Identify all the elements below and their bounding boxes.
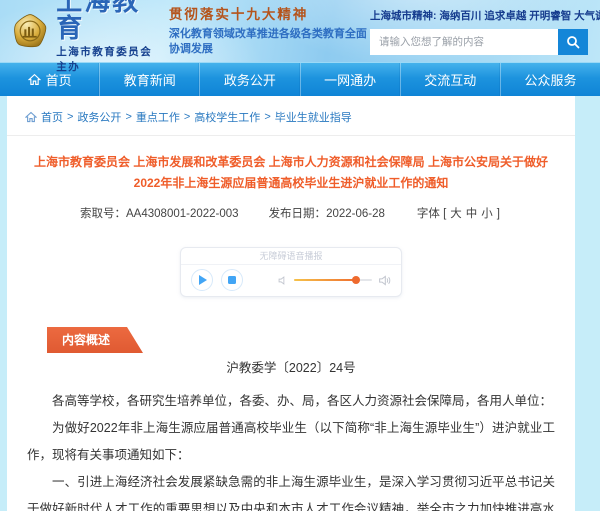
nav-item-home[interactable]: 首页 xyxy=(0,63,100,96)
breadcrumb-separator: > xyxy=(125,111,131,123)
nav-item-label: 政务公开 xyxy=(224,70,276,89)
main-nav: 首页 教育新闻 政务公开 一网通办 交流互动 公众服务 xyxy=(0,62,600,96)
play-icon xyxy=(199,275,207,285)
article-body: 各高等学校，各研究生培养单位，各委、办、局，各区人力资源社会保障局，各用人单位：… xyxy=(27,388,555,511)
content-summary-tab: 内容概述 xyxy=(47,327,143,353)
breadcrumb-item-home[interactable]: 首页 xyxy=(41,109,63,125)
nav-item-gov-affairs[interactable]: 政务公开 xyxy=(200,63,300,96)
nav-item-news[interactable]: 教育新闻 xyxy=(100,63,200,96)
shanghai-education-logo-icon xyxy=(12,9,48,53)
breadcrumb-separator: > xyxy=(184,111,190,123)
breadcrumb-item-current: 毕业生就业指导 xyxy=(275,109,352,125)
breadcrumb-item-gov-affairs[interactable]: 政务公开 xyxy=(77,109,121,125)
stop-icon xyxy=(228,276,236,284)
font-size-medium-button[interactable]: 中 xyxy=(466,208,478,220)
nav-item-label: 交流互动 xyxy=(424,70,476,89)
breadcrumb-item-college-student-work[interactable]: 高校学生工作 xyxy=(194,109,260,125)
publish-date-label: 发布日期： xyxy=(269,208,327,220)
paragraph-salutation: 各高等学校，各研究生培养单位，各委、办、局，各区人力资源社会保障局，各用人单位： xyxy=(27,388,555,415)
nav-item-label: 公众服务 xyxy=(524,70,576,89)
search-icon xyxy=(566,35,580,49)
index-number-label: 索取号： xyxy=(80,208,126,220)
article-meta: 索取号：AA4308001-2022-003 发布日期：2022-06-28 字… xyxy=(7,205,575,221)
volume-knob[interactable] xyxy=(352,276,360,284)
slogan-line-1: 贯彻落实十九大精神 xyxy=(169,6,370,24)
breadcrumb: 首页 > 政务公开 > 重点工作 > 高校学生工作 > 毕业生就业指导 xyxy=(7,96,575,136)
document-number: 沪教委学〔2022〕24号 xyxy=(7,357,575,376)
city-spirit-text: 上海城市精神: 海纳百川 追求卓越 开明睿智 大气谦和 xyxy=(370,8,588,23)
volume-slider[interactable] xyxy=(294,279,372,281)
font-size-label: 字体 [ xyxy=(417,208,446,220)
nav-item-one-stop[interactable]: 一网通办 xyxy=(301,63,401,96)
breadcrumb-item-key-work[interactable]: 重点工作 xyxy=(136,109,180,125)
nav-item-label: 首页 xyxy=(46,70,72,89)
nav-item-label: 一网通办 xyxy=(324,70,376,89)
index-number-value: AA4308001-2022-003 xyxy=(126,208,239,220)
play-button[interactable] xyxy=(191,269,213,291)
nav-item-public-service[interactable]: 公众服务 xyxy=(501,63,600,96)
volume-low-icon xyxy=(277,275,288,286)
paragraph-intro: 为做好2022年非上海生源应届普通高校毕业生（以下简称“非上海生源毕业生”）进沪… xyxy=(27,415,555,469)
font-size-suffix: ] xyxy=(497,208,500,220)
site-name: 上海教育 xyxy=(56,0,155,42)
content-area: 首页 > 政务公开 > 重点工作 > 高校学生工作 > 毕业生就业指导 上海市教… xyxy=(7,96,575,511)
home-icon xyxy=(28,73,41,86)
publish-date-value: 2022-06-28 xyxy=(326,208,385,220)
stop-button[interactable] xyxy=(221,269,243,291)
home-icon xyxy=(25,111,37,123)
search-button[interactable] xyxy=(558,29,588,55)
font-size-large-button[interactable]: 大 xyxy=(450,208,462,220)
site-banner: 上海教育 上海市教育委员会主办 贯彻落实十九大精神 深化教育领域改革推进各级各类… xyxy=(0,0,600,62)
article-title: 上海市教育委员会 上海市发展和改革委员会 上海市人力资源和社会保障局 上海市公安… xyxy=(27,152,555,194)
audio-player-title: 无障碍语音播报 xyxy=(181,248,401,265)
banner-slogan: 贯彻落实十九大精神 深化教育领域改革推进各级各类教育全面协调发展 xyxy=(169,6,370,57)
audio-player: 无障碍语音播报 xyxy=(180,247,402,297)
volume-fill xyxy=(294,279,356,281)
paragraph-section-1: 一、引进上海经济社会发展紧缺急需的非上海生源毕业生，是深入学习贯彻习近平总书记关… xyxy=(27,469,555,511)
breadcrumb-separator: > xyxy=(67,111,73,123)
search-input[interactable] xyxy=(370,29,558,55)
volume-high-icon xyxy=(378,274,391,287)
font-size-small-button[interactable]: 小 xyxy=(481,208,493,220)
nav-item-interaction[interactable]: 交流互动 xyxy=(401,63,501,96)
breadcrumb-separator: > xyxy=(264,111,270,123)
slogan-line-2: 深化教育领域改革推进各级各类教育全面协调发展 xyxy=(169,27,370,57)
nav-item-label: 教育新闻 xyxy=(124,70,176,89)
search-bar xyxy=(370,29,588,55)
